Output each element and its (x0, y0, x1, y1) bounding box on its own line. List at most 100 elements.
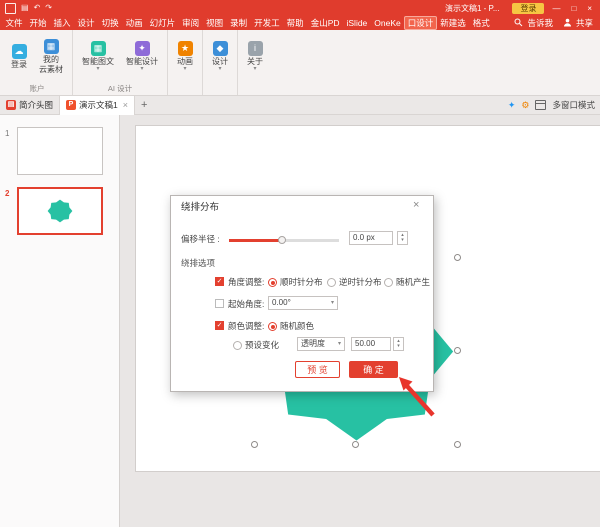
ribbon: ☁ 登录 ▦ 我的 云素材 账户 ▦ 智能图文 ▾ ✦ 智能设计 ▾ AI 设计 (0, 30, 600, 96)
materials-label-1: 我的 (43, 55, 59, 64)
menu-tab-4[interactable]: 切换 (98, 16, 122, 30)
start-angle-value: 0.00° (272, 298, 291, 308)
start-angle-checkbox[interactable] (215, 299, 224, 308)
design-button[interactable]: ◆ 设计 ▾ (207, 40, 233, 73)
offset-radius-slider[interactable] (229, 239, 339, 242)
smart-design-button[interactable]: ✦ 智能设计 ▾ (121, 40, 163, 73)
close-icon[interactable]: × (584, 4, 595, 13)
menu-tab-3[interactable]: 设计 (74, 16, 98, 30)
offset-value-stepper[interactable]: ▴ ▾ (397, 231, 408, 245)
spin-down-icon[interactable]: ▾ (397, 344, 400, 349)
multi-window-icon (535, 100, 546, 110)
preset-value-input[interactable]: 50.00 (351, 337, 391, 351)
selection-handle-s[interactable] (352, 441, 359, 448)
materials-icon: ▦ (44, 39, 59, 54)
group-label-empty-3 (254, 83, 256, 95)
about-button[interactable]: i 关于 ▾ (242, 40, 268, 73)
offset-value-input[interactable]: 0.0 px (349, 231, 393, 245)
spin-down-icon[interactable]: ▾ (401, 238, 404, 243)
active-doc-tab[interactable]: P 演示文稿1 × (59, 96, 135, 115)
app-logo-icon[interactable] (5, 3, 16, 14)
menu-tab-8[interactable]: 视图 (203, 16, 227, 30)
search-icon (514, 18, 523, 27)
undo-icon[interactable]: ↶ (34, 3, 41, 13)
smart-graphics-icon: ▦ (91, 41, 106, 56)
random-generate-label: 随机产生 (396, 277, 430, 287)
chevron-down-icon: ▾ (140, 67, 143, 72)
wrap-distribution-dialog: 绕排分布 × 偏移半径 : 0.0 px ▴ ▾ 绕排选项 ✓ 角度调整: 顺时… (170, 195, 434, 392)
preset-variation-radio[interactable] (233, 341, 242, 350)
design-icon: ◆ (213, 41, 228, 56)
menu-tabs: 文件开始插入设计切换动画幻灯片审阅视图录制开发工帮助金山PDiSlideOneK… (2, 16, 493, 30)
ok-button[interactable]: 确 定 (349, 361, 398, 378)
preset-type-value: 透明度 (301, 339, 325, 349)
save-icon[interactable]: ▤ (21, 3, 29, 13)
random-color-radio[interactable] (268, 322, 277, 331)
start-angle-dropdown[interactable]: 0.00° ▾ (268, 296, 338, 310)
check-icon: ✓ (217, 322, 223, 329)
counterclockwise-radio[interactable] (327, 278, 336, 287)
preset-value-stepper[interactable]: ▴ ▾ (393, 337, 404, 351)
angle-adjust-label: 角度调整: (228, 277, 264, 287)
menu-tab-6[interactable]: 幻灯片 (146, 16, 179, 30)
check-icon: ✓ (217, 278, 223, 285)
smart-graphics-label: 智能图文 (82, 57, 114, 66)
share-button[interactable]: 共享 (576, 17, 593, 29)
angle-adjust-checkbox[interactable]: ✓ (215, 277, 224, 286)
menu-tab-16[interactable]: 新建选 (437, 16, 470, 30)
animation-button[interactable]: ★ 动画 ▾ (172, 40, 198, 73)
login-badge[interactable]: 登录 (512, 3, 544, 14)
annotation-arrow-cursor (395, 373, 439, 419)
clockwise-radio[interactable] (268, 278, 277, 287)
menu-tab-13[interactable]: iSlide (343, 17, 371, 29)
color-adjust-checkbox[interactable]: ✓ (215, 321, 224, 330)
gear-icon[interactable]: ⚙ (521, 100, 529, 111)
my-cloud-materials-button[interactable]: ▦ 我的 云素材 (34, 38, 68, 75)
smart-design-label: 智能设计 (126, 57, 158, 66)
ribbon-group-about: i 关于 ▾ (237, 30, 272, 95)
pinned-doc-tab[interactable]: ▤ 简介头图 (0, 96, 59, 115)
new-tab-button[interactable]: + (135, 99, 153, 111)
preset-type-dropdown[interactable]: 透明度 ▾ (297, 337, 345, 351)
selection-handle-sw[interactable] (251, 441, 258, 448)
selection-handle-e[interactable] (454, 347, 461, 354)
tell-me-label[interactable]: 告诉我 (527, 17, 553, 29)
ribbon-login-button[interactable]: ☁ 登录 (6, 43, 32, 70)
menu-tab-5[interactable]: 动画 (122, 16, 146, 30)
slide-2-number: 2 (5, 189, 9, 198)
ribbon-group-account: ☁ 登录 ▦ 我的 云素材 账户 (2, 30, 72, 95)
dialog-title: 绕排分布 (181, 203, 219, 213)
menu-tab-17[interactable]: 格式 (469, 16, 493, 30)
active-doc-label: 演示文稿1 (79, 99, 118, 111)
menu-tab-0[interactable]: 文件 (2, 16, 26, 30)
group-label-empty-2 (219, 83, 221, 95)
chevron-down-icon: ▾ (183, 67, 186, 72)
menu-tab-10[interactable]: 开发工 (251, 16, 284, 30)
menu-tab-2[interactable]: 插入 (50, 16, 74, 30)
selection-handle-ne[interactable] (454, 254, 461, 261)
close-tab-icon[interactable]: × (121, 100, 128, 110)
maximize-icon[interactable]: □ (568, 4, 579, 13)
menu-tab-12[interactable]: 金山PD (307, 16, 343, 30)
random-generate-radio[interactable] (384, 278, 393, 287)
selection-handle-se[interactable] (454, 441, 461, 448)
slide-2-thumbnail[interactable] (17, 187, 103, 235)
menu-tab-9[interactable]: 录制 (227, 16, 251, 30)
dialog-close-icon[interactable]: × (413, 200, 419, 210)
preset-variation-label: 预设变化 (245, 340, 279, 350)
menu-tab-7[interactable]: 审阅 (179, 16, 203, 30)
slide-1-thumbnail[interactable] (17, 127, 103, 175)
slider-knob[interactable] (278, 236, 286, 244)
menu-tab-1[interactable]: 开始 (26, 16, 50, 30)
pinned-doc-icon: ▤ (6, 100, 16, 110)
smart-graphics-button[interactable]: ▦ 智能图文 ▾ (77, 40, 119, 73)
preview-button[interactable]: 预 览 (295, 361, 340, 378)
minimize-icon[interactable]: — (549, 4, 563, 13)
multi-window-label[interactable]: 多窗口模式 (552, 99, 595, 111)
redo-icon[interactable]: ↷ (45, 3, 52, 13)
group-label-empty-1 (184, 83, 186, 95)
menu-tab-15[interactable]: 口设计 (404, 16, 437, 30)
beautify-icon[interactable]: ✦ (508, 100, 516, 111)
menu-tab-11[interactable]: 帮助 (283, 16, 307, 30)
menu-tab-14[interactable]: OneKe (371, 17, 404, 29)
